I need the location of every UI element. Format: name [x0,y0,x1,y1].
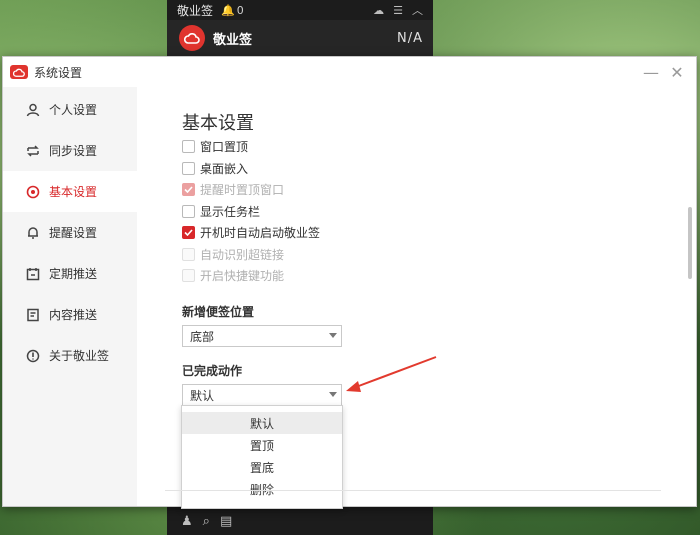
option-label: 自动识别超链接 [200,247,285,262]
sidebar-item-label: 个人设置 [49,103,98,117]
note-widget-bottom-bar: ♟ ⌕ ▤ [167,507,433,535]
option-auto-hyperlink: 自动识别超链接 [182,244,320,266]
option-label: 开机时自动启动敬业签 [200,226,321,241]
settings-window: 系统设置 — ✕ 个人设置 同步设置 基本设置 提醒设置 定期推送 内容推送 关… [2,56,697,509]
option-autostart[interactable]: 开机时自动启动敬业签 [182,222,320,244]
note-row[interactable]: 敬业签 N/A [167,20,433,56]
dropdown-option-default[interactable]: 默认 [182,412,342,434]
sidebar: 个人设置 同步设置 基本设置 提醒设置 定期推送 内容推送 关于敬业签 [3,87,137,506]
window-title: 系统设置 [34,65,83,80]
dropdown-option-pin-bottom[interactable]: 置底 [182,456,342,478]
person-icon[interactable]: ♟ [181,514,193,529]
sync-icon [25,143,41,159]
target-icon [25,184,41,200]
sidebar-item-personal[interactable]: 个人设置 [3,89,137,130]
checkbox[interactable] [182,161,195,175]
checkbox [182,247,195,261]
select-value: 底部 [190,329,215,344]
cloud-icon[interactable]: ☁ [373,4,384,17]
sidebar-item-label: 同步设置 [49,144,98,158]
note-widget-title: 敬业签 [177,3,214,18]
scrollbar[interactable] [688,207,692,279]
option-label: 开启快捷键功能 [200,269,285,284]
sidebar-item-scheduled-push[interactable]: 定期推送 [3,253,137,294]
basic-options-list: 窗口置顶 桌面嵌入 提醒时置顶窗口 显示任务栏 开机时自动启动敬业签 自动识别超… [182,136,320,287]
person-icon [25,102,41,118]
sidebar-item-label: 基本设置 [49,185,98,199]
collapse-icon[interactable]: ︿ [412,2,423,18]
sidebar-item-label: 定期推送 [49,267,98,281]
checkbox[interactable] [182,140,195,154]
select-value: 默认 [190,388,215,403]
menu-icon[interactable]: ☰ [393,4,403,17]
info-icon [25,348,41,364]
option-label: 桌面嵌入 [200,161,249,176]
titlebar[interactable]: 系统设置 — ✕ [3,57,696,87]
sidebar-item-label: 关于敬业签 [49,349,110,363]
sidebar-item-reminder[interactable]: 提醒设置 [3,212,137,253]
new-note-position-label: 新增便签位置 [182,305,255,319]
option-label: 显示任务栏 [200,204,261,219]
chevron-down-icon [329,392,337,397]
divider [165,490,661,491]
bell-icon [25,225,41,241]
checkbox[interactable] [182,226,195,240]
calendar-icon [25,266,41,282]
option-label: 提醒时置顶窗口 [200,183,285,198]
bell-icon[interactable]: 🔔 [221,4,235,17]
close-icon[interactable]: ✕ [664,59,690,85]
completed-action-label: 已完成动作 [182,364,243,378]
option-show-taskbar[interactable]: 显示任务栏 [182,201,320,223]
cloud-logo-icon [179,25,205,51]
sidebar-item-label: 提醒设置 [49,226,98,240]
dropdown-option-pin-top[interactable]: 置顶 [182,434,342,456]
note-widget: 敬业签 🔔 0 ☁ ☰ ︿ 敬业签 N/A [167,0,433,60]
sidebar-item-about[interactable]: 关于敬业签 [3,335,137,376]
chevron-down-icon [329,333,337,338]
new-note-position-select[interactable]: 底部 [182,325,342,347]
option-shortcut-keys: 开启快捷键功能 [182,265,320,287]
option-desktop-embed[interactable]: 桌面嵌入 [182,158,320,180]
bell-count: 0 [236,3,244,17]
sidebar-item-label: 内容推送 [49,308,98,322]
sidebar-item-basic[interactable]: 基本设置 [3,171,137,212]
checkbox [182,183,195,197]
app-logo-icon [10,65,28,79]
sidebar-item-sync[interactable]: 同步设置 [3,130,137,171]
completed-action-select[interactable]: 默认 [182,384,342,406]
dropdown-option-delete[interactable]: 删除 [182,478,342,500]
settings-content: 基本设置 窗口置顶 桌面嵌入 提醒时置顶窗口 显示任务栏 开机时自动启动敬业签 … [137,87,696,509]
sidebar-item-content-push[interactable]: 内容推送 [3,294,137,335]
note-widget-toolbar: 敬业签 🔔 0 ☁ ☰ ︿ [167,0,433,20]
completed-action-dropdown: 默认 置顶 置底 删除 [181,405,343,509]
note-name: 敬业签 [213,32,253,48]
minimize-icon[interactable]: — [638,59,664,85]
document-icon [25,307,41,323]
option-pin-on-reminder: 提醒时置顶窗口 [182,179,320,201]
option-pin-window[interactable]: 窗口置顶 [182,136,320,158]
search-icon[interactable]: ⌕ [203,514,210,529]
option-label: 窗口置顶 [200,140,249,155]
document-icon[interactable]: ▤ [220,514,232,529]
checkbox[interactable] [182,204,195,218]
note-status: N/A [397,30,423,46]
section-title: 基本设置 [182,113,254,134]
checkbox [182,269,195,283]
